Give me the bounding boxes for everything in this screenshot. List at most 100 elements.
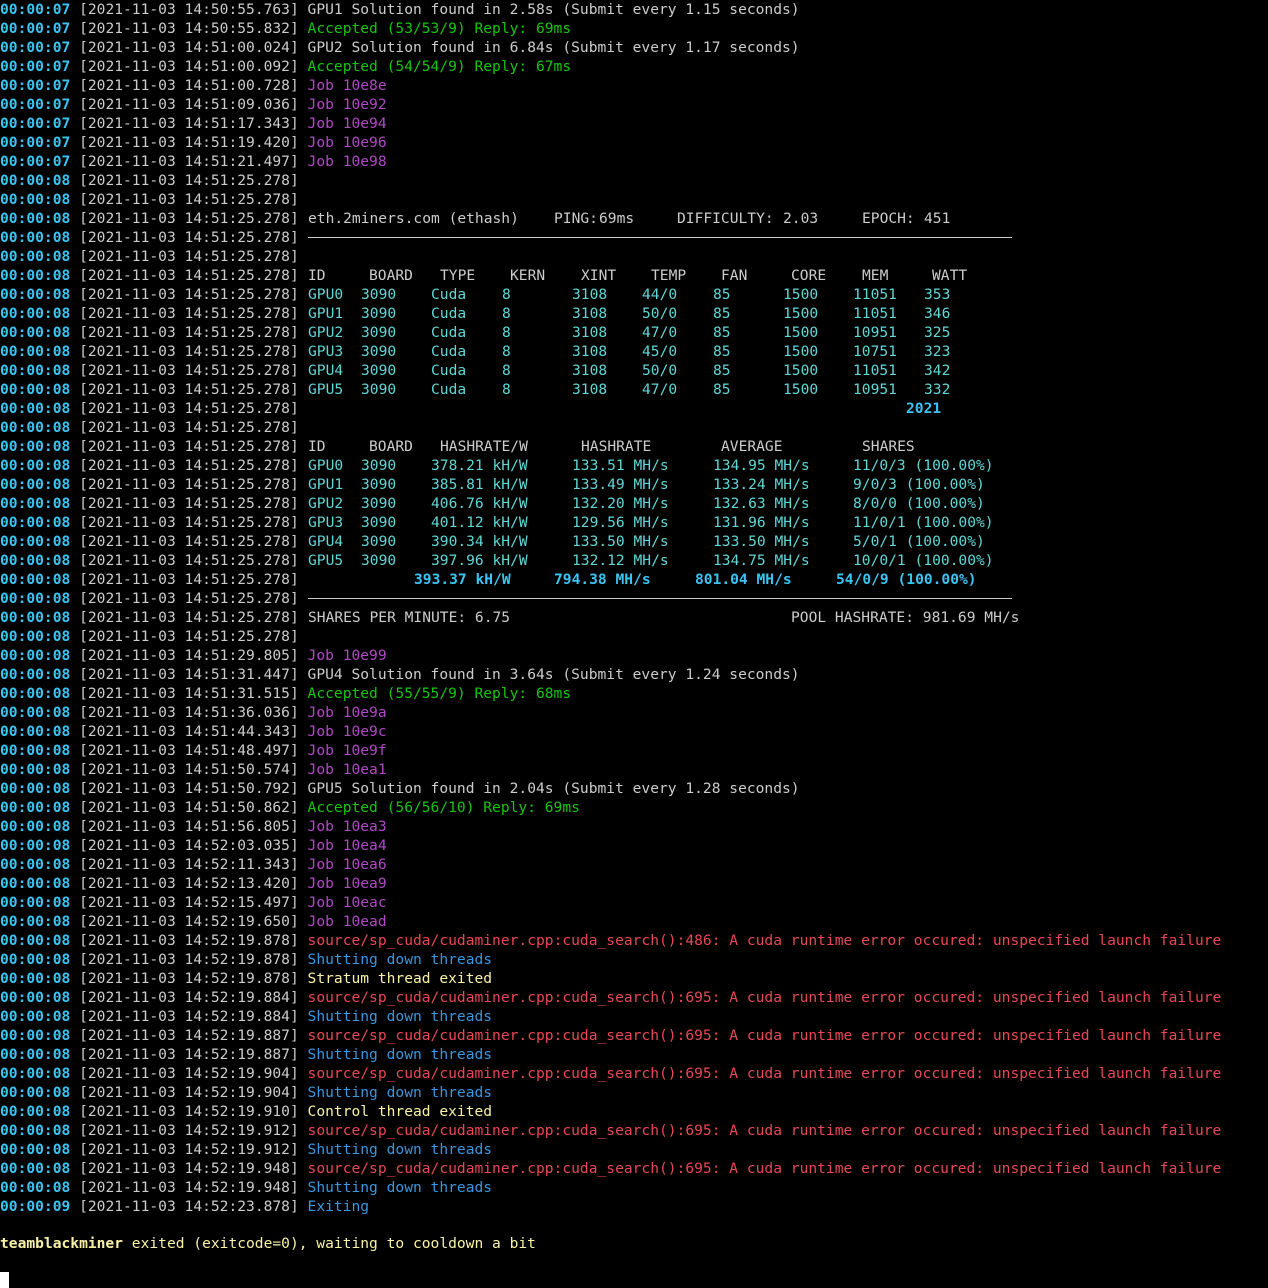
table-cell: GPU5 (308, 552, 344, 569)
log-line: 00:00:07 [2021-11-03 14:50:55.763] GPU1 … (0, 0, 1268, 19)
log-line: 00:00:08 [2021-11-03 14:52:19.912] Shutt… (0, 1140, 1268, 1159)
table-cell: 401.12 kH/W (431, 514, 528, 531)
timestamp: [2021-11-03 14:51:31.447] (79, 666, 299, 683)
log-line: 00:00:08 [2021-11-03 14:51:31.447] GPU4 … (0, 665, 1268, 684)
table-cell: Cuda (431, 362, 467, 379)
table-divider (308, 598, 1012, 599)
elapsed-time: 00:00:08 (0, 837, 71, 854)
table-cell: 85 (713, 381, 731, 398)
table-cell: 11051 (853, 362, 897, 379)
table-cell: 8 (502, 381, 511, 398)
timestamp: [2021-11-03 14:51:50.862] (79, 799, 299, 816)
table-cell: 133.24 MH/s (713, 476, 810, 493)
log-message: Job 10e8e (307, 77, 387, 94)
epoch-value: 451 (924, 210, 951, 227)
table-cell: 353 (924, 286, 951, 303)
timestamp: [2021-11-03 14:51:36.036] (79, 704, 299, 721)
elapsed-time: 00:00:08 (0, 1027, 71, 1044)
timestamp: [2021-11-03 14:52:03.035] (79, 837, 299, 854)
log-message: GPU1 Solution found in 2.58s (Submit eve… (307, 1, 800, 18)
timestamp: [2021-11-03 14:51:17.343] (79, 115, 299, 132)
table-cell: GPU4 (308, 533, 344, 550)
elapsed-time: 00:00:07 (0, 20, 71, 37)
elapsed-time: 00:00:08 (0, 419, 71, 436)
log-message: Job 10e9f (307, 742, 387, 759)
timestamp: [2021-11-03 14:51:25.278] (79, 552, 299, 569)
log-line: 00:00:08 [2021-11-03 14:52:19.887] sourc… (0, 1026, 1268, 1045)
terminal-output[interactable]: 00:00:07 [2021-11-03 14:50:55.763] GPU1 … (0, 0, 1268, 1216)
log-line: 00:00:07 [2021-11-03 14:51:09.036] Job 1… (0, 95, 1268, 114)
table-column-header: CORE (791, 267, 827, 284)
table-column-header: MEM (862, 267, 889, 284)
table-row: 00:00:08 [2021-11-03 14:51:25.278] GPU4 3… (0, 361, 1268, 380)
timestamp: [2021-11-03 14:52:19.904] (79, 1065, 299, 1082)
table-cell: 385.81 kH/W (431, 476, 528, 493)
timestamp: [2021-11-03 14:52:19.948] (79, 1160, 299, 1177)
elapsed-time: 00:00:08 (0, 666, 71, 683)
elapsed-time: 00:00:08 (0, 799, 71, 816)
table-cell: 3108 (572, 324, 608, 341)
timestamp: [2021-11-03 14:52:23.878] (79, 1198, 299, 1215)
elapsed-time: 00:00:08 (0, 970, 71, 987)
table-cell: Cuda (431, 286, 467, 303)
table-cell: 323 (924, 343, 951, 360)
table-total-cell: 801.04 MH/s (695, 571, 792, 588)
elapsed-time: 00:00:08 (0, 818, 71, 835)
log-line: 00:00:07 [2021-11-03 14:50:55.832] Accep… (0, 19, 1268, 38)
elapsed-time: 00:00:07 (0, 1, 71, 18)
log-line: 00:00:08 [2021-11-03 14:52:19.904] Shutt… (0, 1083, 1268, 1102)
log-message: Shutting down threads (307, 1141, 493, 1158)
table-row: 00:00:08 [2021-11-03 14:51:25.278] GPU3 3… (0, 342, 1268, 361)
epoch-label: EPOCH: (862, 210, 915, 227)
table-cell: GPU0 (308, 457, 344, 474)
table-cell: 10/0/1 (100.00%) (853, 552, 994, 569)
table-cell: 346 (924, 305, 951, 322)
table-cell: 3090 (361, 514, 397, 531)
elapsed-time: 00:00:08 (0, 1122, 71, 1139)
table-cell: 332 (924, 381, 951, 398)
log-line: 00:00:08 [2021-11-03 14:51:29.805] Job 1… (0, 646, 1268, 665)
table-cell: 133.50 MH/s (713, 533, 810, 550)
table-cell: GPU5 (308, 381, 344, 398)
table-cell: GPU1 (308, 476, 344, 493)
table-cell: 85 (713, 286, 731, 303)
elapsed-time: 00:00:08 (0, 533, 71, 550)
elapsed-time: 00:00:08 (0, 495, 71, 512)
table-cell: 47/0 (642, 324, 678, 341)
timestamp: [2021-11-03 14:51:25.278] (79, 286, 299, 303)
table-cell: 1500 (783, 286, 819, 303)
elapsed-time: 00:00:08 (0, 704, 71, 721)
timestamp: [2021-11-03 14:51:25.278] (79, 400, 299, 417)
table-cell: Cuda (431, 381, 467, 398)
elapsed-time: 00:00:08 (0, 1008, 71, 1025)
log-message: Job 10eac (307, 894, 387, 911)
table-cell: 3108 (572, 305, 608, 322)
log-line: 00:00:08 [2021-11-03 14:51:44.343] Job 1… (0, 722, 1268, 741)
elapsed-time: 00:00:08 (0, 875, 71, 892)
log-line: 00:00:08 [2021-11-03 14:52:19.910] Contr… (0, 1102, 1268, 1121)
table-cell: 406.76 kH/W (431, 495, 528, 512)
log-message: Shutting down threads (307, 1046, 493, 1063)
log-message: Shutting down threads (307, 1084, 493, 1101)
ping-value: 69ms (599, 210, 635, 227)
elapsed-time: 00:00:08 (0, 381, 71, 398)
log-line: 00:00:07 [2021-11-03 14:51:00.024] GPU2 … (0, 38, 1268, 57)
table-cell: GPU4 (308, 362, 344, 379)
log-line: 00:00:08 [2021-11-03 14:52:19.878] Shutt… (0, 950, 1268, 969)
table-cell: 8/0/0 (100.00%) (853, 495, 985, 512)
gpu-table-header: 00:00:08 [2021-11-03 14:51:25.278] ID BOA… (0, 266, 1268, 285)
elapsed-time: 00:00:08 (0, 685, 71, 702)
table-cell: 3090 (361, 305, 397, 322)
table-row: 00:00:08 [2021-11-03 14:51:25.278] GPU1 3… (0, 475, 1268, 494)
table-column-header: ID (308, 267, 326, 284)
timestamp: [2021-11-03 14:51:25.278] (79, 210, 299, 227)
elapsed-time: 00:00:08 (0, 647, 71, 664)
elapsed-time: 00:00:07 (0, 134, 71, 151)
elapsed-time: 00:00:08 (0, 894, 71, 911)
table-row: 00:00:08 [2021-11-03 14:51:25.278] GPU5 3… (0, 551, 1268, 570)
timestamp: [2021-11-03 14:51:21.497] (79, 153, 299, 170)
log-line: 00:00:08 [2021-11-03 14:52:19.650] Job 1… (0, 912, 1268, 931)
log-line: 00:00:08 [2021-11-03 14:52:19.948] sourc… (0, 1159, 1268, 1178)
log-line: 00:00:07 [2021-11-03 14:51:21.497] Job 1… (0, 152, 1268, 171)
table-cell: 3090 (361, 533, 397, 550)
